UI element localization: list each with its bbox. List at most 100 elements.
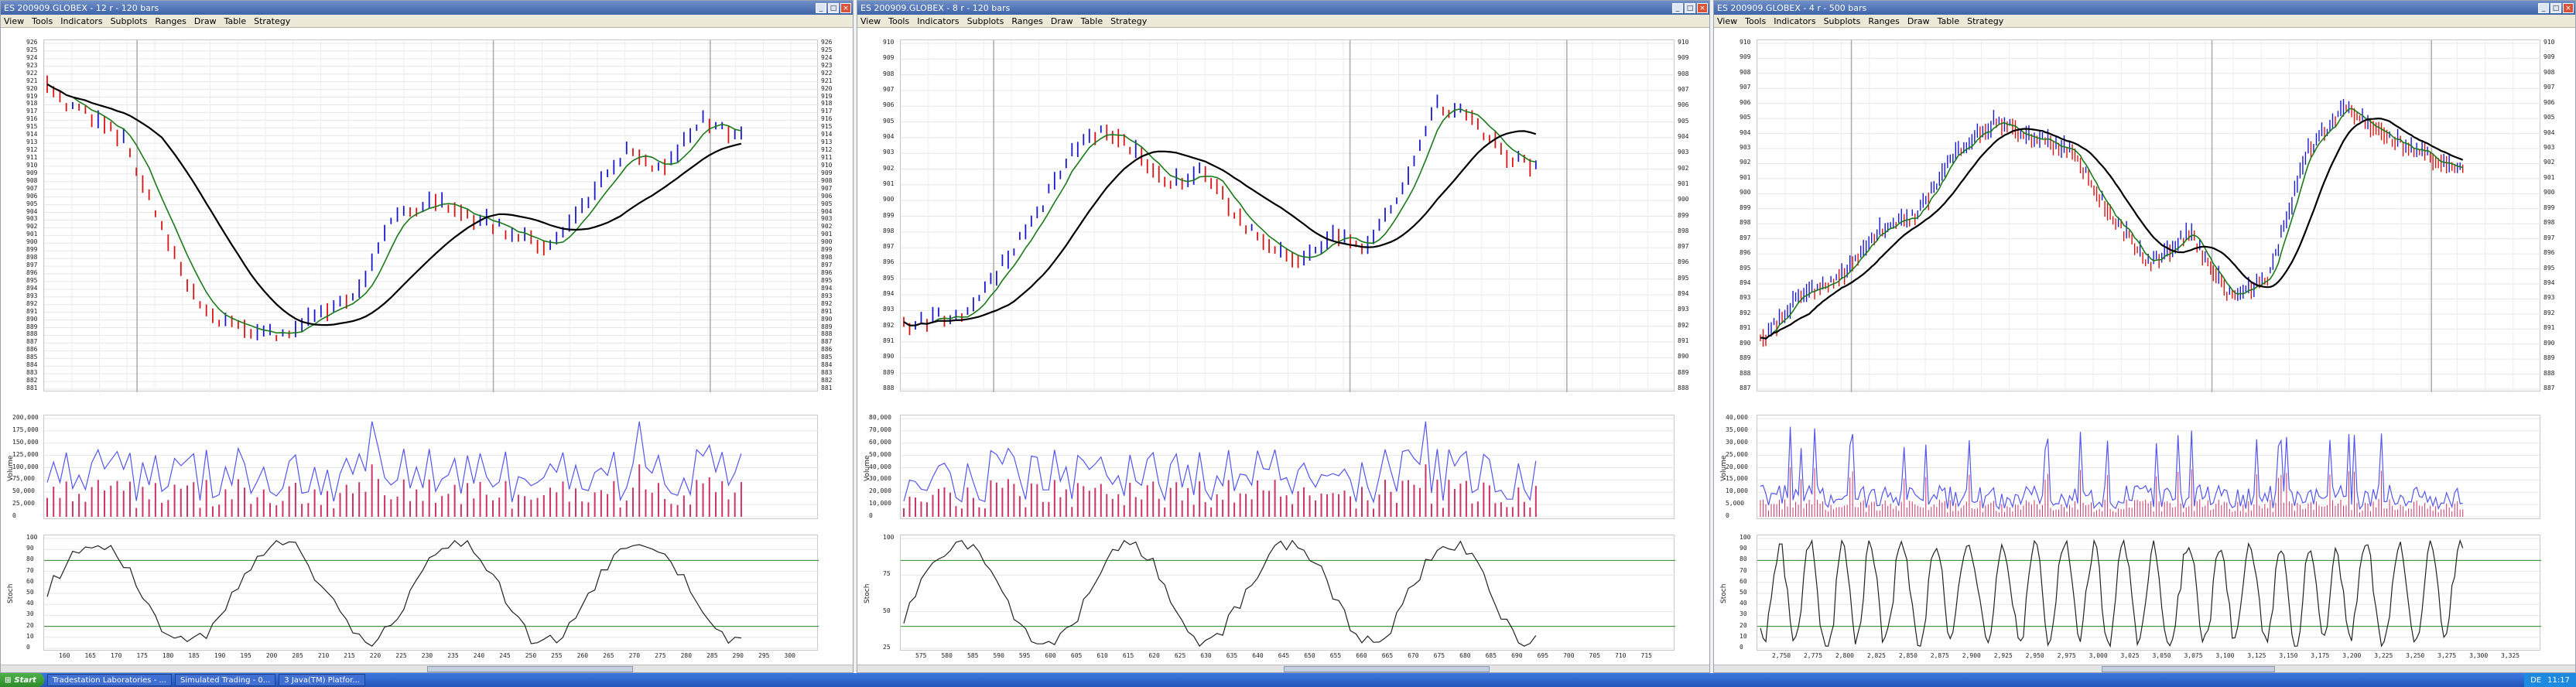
x-axis-tick: 280 [680, 652, 693, 659]
price-plot[interactable] [900, 39, 1675, 392]
menu-draw[interactable]: Draw [1907, 16, 1930, 26]
menu-tools[interactable]: Tools [888, 16, 909, 26]
taskbar-item-tradestation[interactable]: Tradestation Laboratories - ... [46, 674, 173, 686]
menu-draw[interactable]: Draw [1051, 16, 1073, 26]
menu-strategy[interactable]: Strategy [254, 16, 290, 26]
menu-draw[interactable]: Draw [194, 16, 217, 26]
price-plot[interactable] [1757, 39, 2541, 392]
scrollbar-thumb[interactable] [1283, 666, 1490, 672]
maximize-icon[interactable]: □ [2550, 2, 2561, 13]
stoch-axis-label: Stoch [1720, 583, 1728, 603]
x-axis-tick: 3,000 [2089, 652, 2108, 659]
menu-table[interactable]: Table [1938, 16, 1959, 26]
x-axis-tick: 700 [1563, 652, 1575, 659]
volume-axis-tick: 30,000 [869, 475, 891, 483]
scrollbar-thumb[interactable] [2101, 666, 2276, 672]
volume-axis-tick: 15,000 [1726, 475, 1748, 483]
x-axis-tick: 270 [628, 652, 641, 659]
window-title-bar[interactable]: ES 200909.GLOBEX - 12 r - 120 bars _ □ × [1, 1, 853, 15]
volume-plot[interactable] [1757, 415, 2541, 519]
stochastic-plot[interactable] [900, 535, 1675, 651]
x-axis-tick: 3,125 [2247, 652, 2266, 659]
menu-strategy[interactable]: Strategy [1967, 16, 2003, 26]
x-axis-tick: 2,900 [1962, 652, 1981, 659]
window-title-bar[interactable]: ES 200909.GLOBEX - 4 r - 500 bars _ □ × [1714, 1, 2575, 15]
maximize-icon[interactable]: □ [828, 2, 839, 13]
language-indicator[interactable]: DE [2530, 676, 2541, 685]
minimize-icon[interactable]: _ [1672, 2, 1683, 13]
price-axis-tick: 887 [1740, 385, 1751, 391]
volume-axis-tick: 60,000 [869, 438, 891, 446]
x-axis-tick: 2,975 [2057, 652, 2076, 659]
stochastic-plot[interactable] [1757, 535, 2541, 651]
price-axis-tick: 890 [1678, 353, 1689, 361]
stoch-axis-tick: 40 [26, 600, 34, 607]
menu-subplots[interactable]: Subplots [1824, 16, 1861, 26]
x-axis-tick: 165 [84, 652, 96, 659]
menu-view[interactable]: View [860, 16, 881, 26]
x-axis-tick: 235 [447, 652, 459, 659]
price-axis-tick: 926 [26, 39, 38, 46]
chart-window-8r[interactable]: ES 200909.GLOBEX - 8 r - 120 bars _ □ × Vi… [857, 0, 1710, 673]
price-axis-tick: 894 [26, 284, 38, 292]
menu-ranges[interactable]: Ranges [155, 16, 186, 26]
taskbar-item-simulated-trading[interactable]: Simulated Trading - 0... [175, 674, 276, 686]
x-axis-tick: 265 [603, 652, 614, 659]
horizontal-scrollbar[interactable] [1714, 665, 2575, 672]
price-axis-tick: 912 [821, 146, 833, 154]
x-axis-tick: 620 [1148, 652, 1160, 659]
minimize-icon[interactable]: _ [816, 2, 826, 13]
price-axis-tick: 907 [1740, 84, 1751, 91]
price-chart-svg [44, 40, 819, 392]
price-axis-tick: 905 [1678, 117, 1689, 125]
close-icon[interactable]: × [2563, 2, 2574, 13]
menu-strategy[interactable]: Strategy [1110, 16, 1147, 26]
price-axis-tick: 903 [883, 149, 895, 156]
price-axis-tick: 925 [26, 46, 38, 53]
close-icon[interactable]: × [840, 2, 851, 13]
menu-subplots[interactable]: Subplots [967, 16, 1004, 26]
close-icon[interactable]: × [1697, 2, 1708, 13]
x-axis-tick: 240 [473, 652, 485, 659]
volume-chart-svg [901, 418, 1675, 518]
chart-window-12r[interactable]: ES 200909.GLOBEX - 12 r - 120 bars _ □ × V… [0, 0, 854, 673]
start-button[interactable]: ⊞ Start [0, 673, 44, 687]
menu-table[interactable]: Table [1081, 16, 1103, 26]
x-axis-tick: 625 [1174, 652, 1186, 659]
menu-tools[interactable]: Tools [1745, 16, 1766, 26]
menu-view[interactable]: View [1717, 16, 1737, 26]
x-axis-tick: 650 [1304, 652, 1315, 659]
menu-indicators[interactable]: Indicators [1774, 16, 1815, 26]
menu-ranges[interactable]: Ranges [1011, 16, 1043, 26]
menu-indicators[interactable]: Indicators [917, 16, 959, 26]
price-axis-tick: 899 [1678, 211, 1689, 219]
menu-subplots[interactable]: Subplots [111, 16, 148, 26]
chart-window-4r[interactable]: ES 200909.GLOBEX - 4 r - 500 bars _ □ × Vi… [1713, 0, 2576, 673]
price-axis-tick: 907 [2544, 84, 2555, 91]
stochastic-plot[interactable] [43, 535, 819, 651]
menu-tools[interactable]: Tools [32, 16, 53, 26]
volume-chart-svg [44, 418, 819, 518]
menu-ranges[interactable]: Ranges [1868, 16, 1900, 26]
price-axis-tick: 892 [1740, 309, 1751, 316]
volume-plot[interactable] [900, 415, 1675, 519]
stoch-axis-tick: 10 [1740, 632, 1747, 640]
scrollbar-thumb[interactable] [426, 666, 633, 672]
maximize-icon[interactable]: □ [1685, 2, 1695, 13]
x-axis-tick: 2,775 [1803, 652, 1823, 659]
horizontal-scrollbar[interactable] [1, 665, 853, 672]
minimize-icon[interactable]: _ [2538, 2, 2549, 13]
price-axis-tick: 914 [26, 131, 38, 138]
price-axis-tick: 885 [821, 354, 833, 361]
menu-table[interactable]: Table [224, 16, 246, 26]
menu-indicators[interactable]: Indicators [60, 16, 102, 26]
price-axis-tick: 896 [1740, 249, 1751, 257]
volume-plot[interactable] [43, 415, 819, 519]
horizontal-scrollbar[interactable] [857, 665, 1709, 672]
taskbar-item-java-platform[interactable]: 3 Java(TM) Platfor... [279, 674, 365, 686]
menu-view[interactable]: View [4, 16, 24, 26]
stochastic-line [903, 539, 1537, 648]
price-plot[interactable] [43, 39, 819, 392]
x-axis-tick: 290 [732, 652, 744, 659]
window-title-bar[interactable]: ES 200909.GLOBEX - 8 r - 120 bars _ □ × [857, 1, 1709, 15]
